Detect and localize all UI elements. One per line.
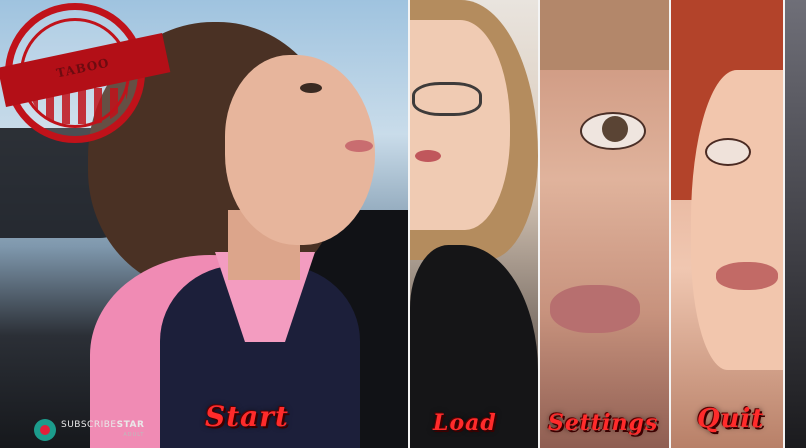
character-eye — [705, 138, 751, 166]
character-iris — [602, 116, 628, 142]
glasses — [412, 82, 482, 116]
character-bangs — [540, 0, 669, 70]
character-panel-closeup — [540, 0, 669, 448]
subscribestar-name-part2: STAR — [116, 420, 145, 430]
main-character-panel: TABOO — [0, 0, 408, 448]
taboo-stamp-logo: TABOO — [0, 3, 171, 143]
character-lips — [550, 285, 640, 333]
subscribestar-name-part1: SUBSCRIBE — [61, 420, 117, 430]
subscribestar-tag: ADULT — [123, 432, 145, 438]
load-button[interactable]: Load — [433, 406, 497, 440]
character-lips — [415, 150, 441, 162]
subscribestar-logo-icon — [34, 419, 56, 441]
settings-button[interactable]: Settings — [548, 406, 658, 440]
character-eye — [300, 83, 322, 93]
character-face — [691, 70, 783, 370]
subscribestar-text: SUBSCRIBESTAR ADULT — [61, 420, 144, 440]
start-button[interactable]: Start — [205, 400, 289, 434]
main-menu-screen: TABOO SUBSCRIBESTAR ADULT Start Load Set… — [0, 0, 806, 448]
character-panel-redhead — [671, 0, 783, 448]
character-panel-edge — [785, 0, 806, 448]
character-panel-glasses — [410, 0, 538, 448]
quit-button[interactable]: Quit — [697, 402, 764, 436]
character-lips — [716, 262, 778, 290]
character-mouth — [345, 140, 373, 152]
character-face — [410, 20, 510, 230]
subscribestar-badge[interactable]: SUBSCRIBESTAR ADULT — [34, 419, 144, 441]
